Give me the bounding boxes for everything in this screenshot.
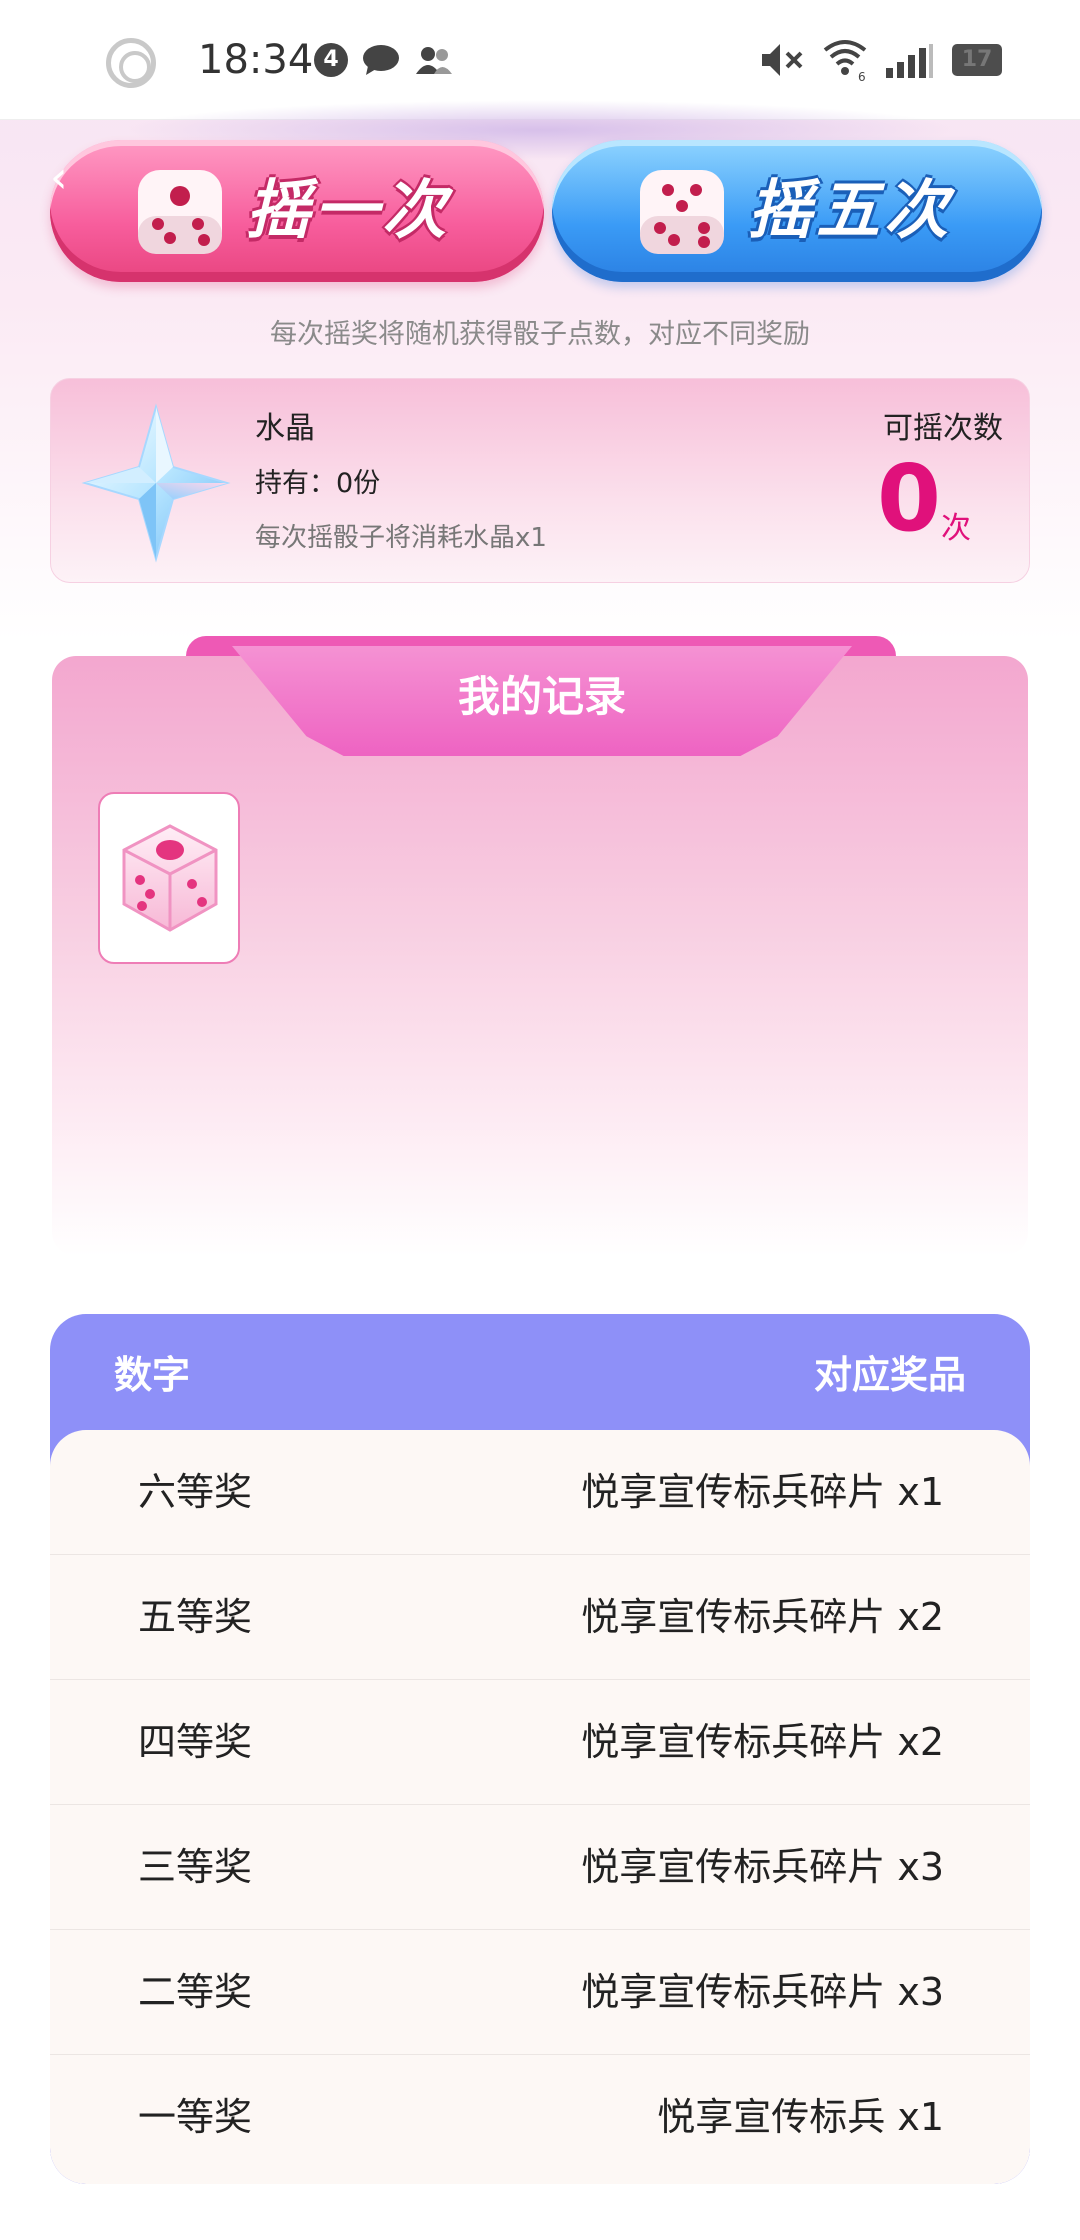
crystal-card: 水晶 持有：0份 每次摇骰子将消耗水晶x1 可摇次数 0 次 <box>50 378 1030 583</box>
prize-reward: 悦享宣传标兵碎片 x3 <box>581 1970 944 2014</box>
crystal-cost-note: 每次摇骰子将消耗水晶x1 <box>255 523 547 553</box>
prize-rank: 三等奖 <box>138 1845 253 1889</box>
prize-reward: 悦享宣传标兵 x1 <box>657 2095 944 2139</box>
table-row: 四等奖 悦享宣传标兵碎片 x2 <box>50 1680 1030 1805</box>
header-reward: 对应奖品 <box>813 1353 966 1397</box>
table-row: 一等奖 悦享宣传标兵 x1 <box>50 2055 1030 2180</box>
prize-reward: 悦享宣传标兵碎片 x1 <box>581 1470 944 1514</box>
prize-rank: 五等奖 <box>138 1595 253 1639</box>
battery-icon: 17 <box>952 44 1002 76</box>
crystal-holding: 持有：0份 <box>255 468 381 499</box>
table-row: 六等奖 悦享宣传标兵碎片 x1 <box>50 1430 1030 1555</box>
prize-table-header: 数字 对应奖品 <box>50 1314 1030 1434</box>
prize-table: 数字 对应奖品 六等奖 悦享宣传标兵碎片 x1 五等奖 悦享宣传标兵碎片 x2 … <box>50 1314 1030 2184</box>
record-item[interactable] <box>98 792 240 964</box>
table-row: 五等奖 悦享宣传标兵碎片 x2 <box>50 1555 1030 1680</box>
prize-rank: 一等奖 <box>138 2095 253 2139</box>
prize-rank: 四等奖 <box>138 1720 253 1764</box>
remaining-count: 0 <box>877 445 942 552</box>
prize-rank: 六等奖 <box>138 1470 253 1514</box>
table-row: 三等奖 悦享宣传标兵碎片 x3 <box>50 1805 1030 1930</box>
dice-icon <box>122 824 218 932</box>
people-icon <box>416 47 452 74</box>
notification-badge: 4 <box>314 43 348 77</box>
mute-icon <box>762 44 803 76</box>
prize-reward: 悦享宣传标兵碎片 x3 <box>581 1845 944 1889</box>
crystal-star-icon <box>81 403 231 563</box>
status-time: 18:34 <box>198 37 314 83</box>
shake-once-button[interactable]: 摇一次 <box>50 140 544 282</box>
records-title: 我的记录 <box>457 672 626 721</box>
prize-reward: 悦享宣传标兵碎片 x2 <box>581 1595 944 1639</box>
signal-icon <box>886 44 933 78</box>
dice-icon <box>640 170 724 254</box>
chat-icon <box>363 45 399 75</box>
remaining-label: 可摇次数 <box>883 411 1003 446</box>
crystal-name: 水晶 <box>255 411 315 446</box>
circle-app-icon <box>106 38 156 88</box>
remaining-unit: 次 <box>941 511 971 546</box>
shake-once-label: 摇一次 <box>246 174 450 248</box>
prize-rank: 二等奖 <box>138 1970 253 2014</box>
dice-icon <box>138 170 222 254</box>
shake-hint-text: 每次摇奖将随机获得骰子点数，对应不同奖励 <box>270 319 810 350</box>
svg-text:6: 6 <box>858 70 866 82</box>
prize-table-body: 六等奖 悦享宣传标兵碎片 x1 五等奖 悦享宣传标兵碎片 x2 四等奖 悦享宣传… <box>50 1430 1030 2184</box>
back-chevron-icon[interactable]: ‹ <box>50 156 80 200</box>
table-row: 二等奖 悦享宣传标兵碎片 x3 <box>50 1930 1030 2055</box>
dice-lottery-page: { "status_bar": { "time": "18:34", "noti… <box>0 0 1080 2240</box>
prize-reward: 悦享宣传标兵碎片 x2 <box>581 1720 944 1764</box>
shake-five-button[interactable]: 摇五次 <box>552 140 1042 282</box>
header-number: 数字 <box>114 1353 191 1397</box>
shake-five-label: 摇五次 <box>748 174 952 248</box>
wifi-icon: 6 <box>823 40 867 82</box>
